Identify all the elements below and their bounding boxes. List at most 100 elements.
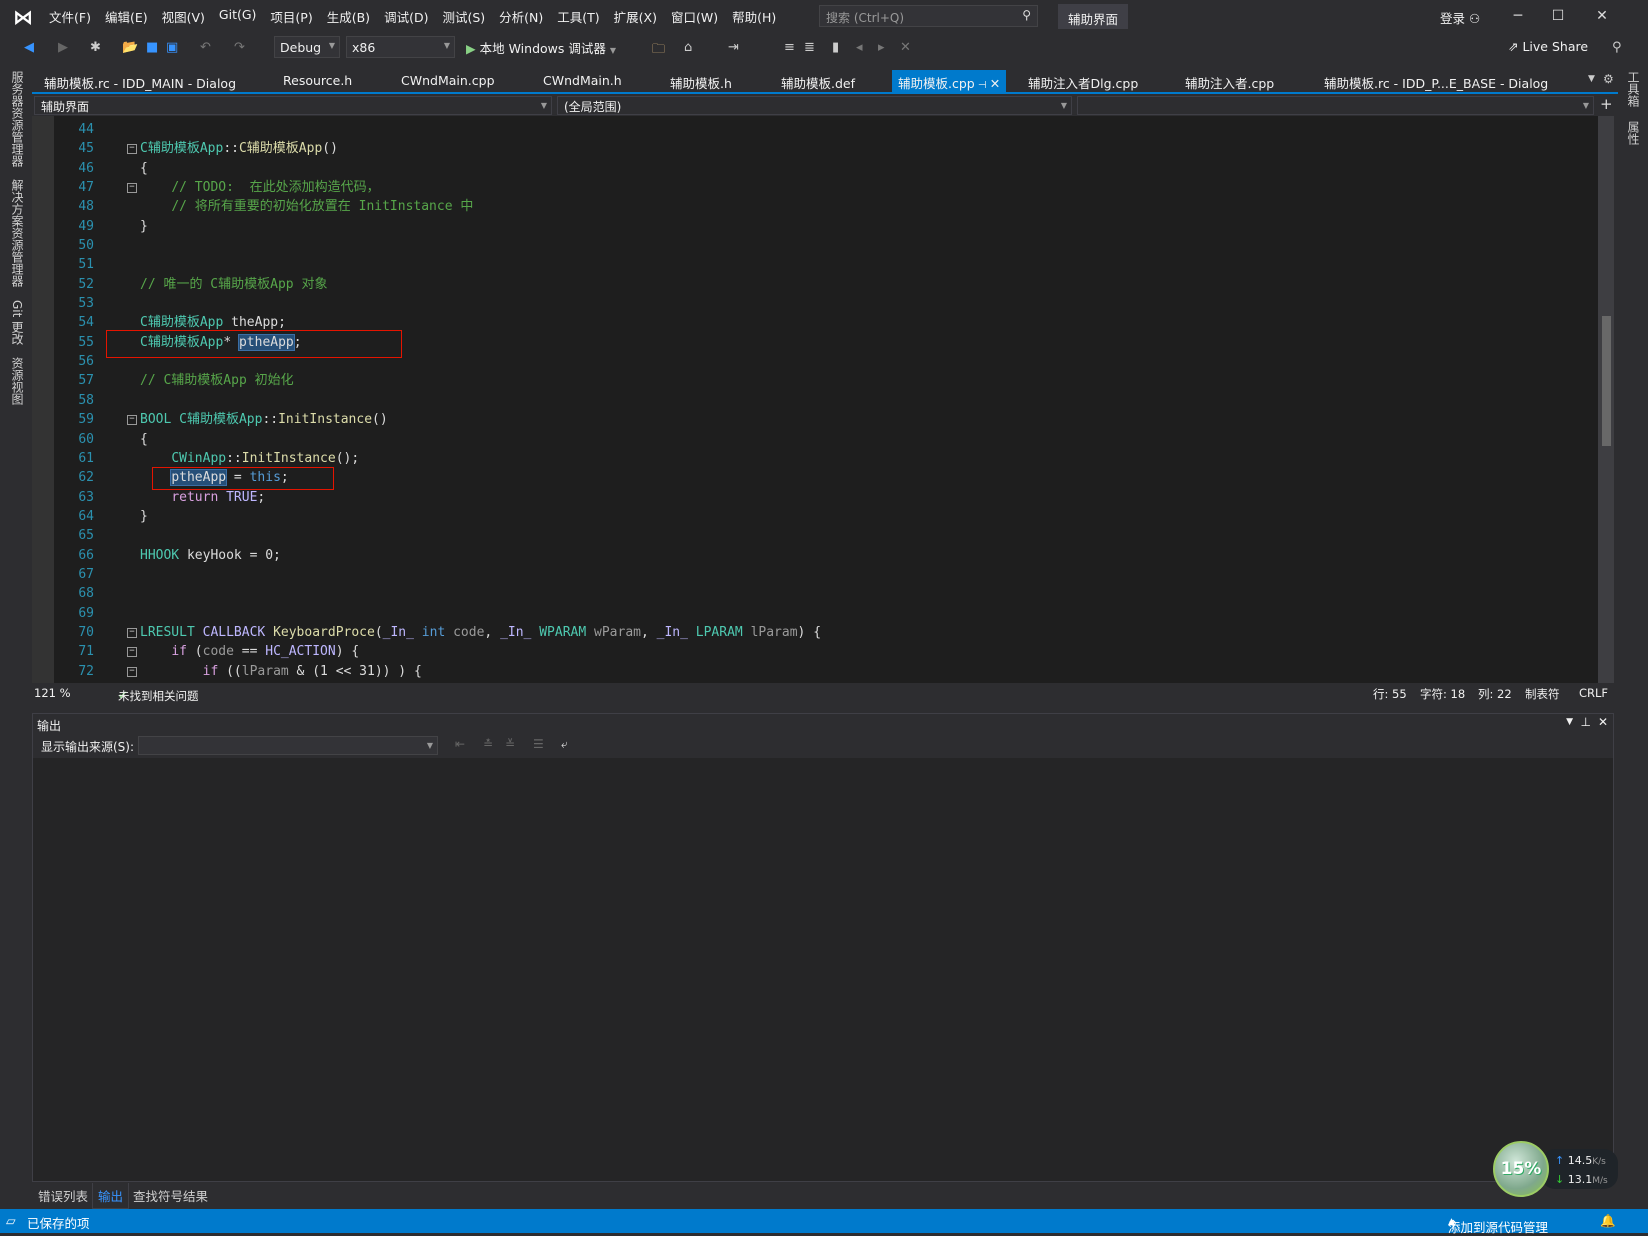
configuration-dropdown[interactable]: Debug ▼ — [274, 36, 340, 58]
output-source-dropdown[interactable]: ▼ — [138, 736, 438, 755]
next-message-icon[interactable]: ≚ — [505, 737, 515, 751]
tab-output[interactable]: 输出 — [92, 1183, 130, 1209]
code-line: 46 { — [32, 159, 1598, 178]
fold-toggle-icon[interactable]: − — [127, 415, 137, 426]
tab-document[interactable]: 辅助模板.h — [664, 70, 738, 92]
notifications-bell-icon[interactable]: 🔔 — [1600, 1213, 1616, 1229]
menu-item[interactable]: 测试(S) — [435, 7, 492, 26]
tab-document[interactable]: Resource.h — [277, 70, 358, 92]
code-line: 66 HHOOK keyHook = 0; — [32, 546, 1598, 565]
project-dropdown[interactable]: 辅助界面 ▼ — [34, 96, 552, 115]
minimize-button[interactable]: ─ — [1498, 4, 1538, 28]
git-changes-tab[interactable]: Git 更改 — [9, 300, 26, 345]
browser-icon[interactable]: ⌂ — [684, 40, 692, 55]
menu-item[interactable]: 生成(B) — [320, 7, 377, 26]
indent-indicator[interactable]: 制表符 — [1525, 686, 1560, 702]
tab-document[interactable]: 辅助模板.rc - IDD_MAIN - Dialog — [38, 70, 242, 92]
scrollbar-thumb[interactable] — [1602, 316, 1611, 446]
close-window-button[interactable]: ✕ — [1582, 4, 1622, 28]
tab-document[interactable]: CWndMain.cpp — [395, 70, 501, 92]
folder-search-icon[interactable]: 🗀 — [652, 40, 665, 62]
menu-item[interactable]: 视图(V) — [155, 7, 212, 26]
server-explorer-tab[interactable]: 服务器资源管理器 — [9, 71, 26, 167]
fold-toggle-icon[interactable]: − — [127, 647, 137, 658]
panel-menu-icon[interactable]: ▼ — [1566, 717, 1573, 727]
tab-document[interactable]: 辅助模板.def — [775, 70, 861, 92]
resource-view-tab[interactable]: 资源视图 — [9, 357, 26, 405]
tab-document[interactable]: 辅助注入者Dlg.cpp — [1022, 70, 1144, 92]
menu-item[interactable]: 调试(D) — [377, 7, 435, 26]
close-icon[interactable]: ✕ — [1598, 715, 1608, 729]
code-editor[interactable]: 44 45− C辅助模板App::C辅助模板App() 46{47− // TODO:… — [32, 116, 1598, 683]
prev-bookmark-icon[interactable]: ◂ — [856, 40, 863, 55]
tab-list-dropdown-icon[interactable]: ▼ — [1588, 74, 1595, 84]
step-icon[interactable]: ⇥ — [728, 40, 739, 55]
line-ending-indicator[interactable]: CRLF — [1579, 686, 1608, 700]
login-button[interactable]: 登录 ⚇ — [1440, 8, 1480, 27]
menu-item[interactable]: 分析(N) — [492, 7, 550, 26]
menu-item[interactable]: Git(G) — [212, 7, 264, 26]
member-dropdown[interactable]: ▼ — [1077, 96, 1594, 115]
editor-vertical-scrollbar[interactable] — [1598, 116, 1614, 683]
split-editor-icon[interactable]: + — [1600, 95, 1613, 113]
pin-icon[interactable]: ⊥ — [1581, 715, 1591, 729]
forward-icon[interactable]: ▶ — [58, 40, 68, 55]
menu-item[interactable]: 帮助(H) — [725, 7, 783, 26]
menu-item[interactable]: 扩展(X) — [607, 7, 664, 26]
search-icon: ⚲ — [1022, 8, 1031, 22]
start-debugging-button[interactable]: ▶ 本地 Windows 调试器 ▼ — [466, 38, 616, 57]
pin-icon[interactable]: ⊣ — [975, 80, 990, 91]
menu-item[interactable]: 编辑(E) — [98, 7, 155, 26]
clear-bookmarks-icon[interactable]: ✕ — [900, 40, 911, 55]
word-wrap-icon[interactable]: ⤶ — [561, 737, 568, 752]
fold-toggle-icon[interactable]: − — [127, 183, 137, 194]
menu-item[interactable]: 工具(T) — [550, 7, 606, 26]
search-input[interactable]: 搜索 (Ctrl+Q) ⚲ — [819, 5, 1038, 27]
save-icon[interactable]: ■ — [146, 40, 158, 55]
uncomment-icon[interactable]: ≣ — [804, 40, 815, 55]
open-file-icon[interactable]: 📂 — [122, 40, 138, 55]
maximize-button[interactable]: ☐ — [1538, 4, 1578, 28]
gear-icon[interactable]: ⚙ — [1603, 72, 1614, 86]
code-token: CALLBACK — [202, 624, 266, 640]
close-tab-icon[interactable]: ✕ — [990, 76, 1000, 91]
network-speed-widget: ↑ 14.5K/s ↓ 13.1M/s 15% — [1487, 1135, 1618, 1203]
scope-dropdown[interactable]: (全局范围) ▼ — [557, 96, 1072, 115]
feedback-icon[interactable]: ⚲ — [1612, 40, 1622, 55]
tab-document[interactable]: 辅助注入者.cpp — [1179, 70, 1280, 92]
goto-icon[interactable]: ⇤ — [455, 737, 465, 751]
upload-unit: K/s — [1592, 1157, 1606, 1167]
toolbox-tab[interactable]: 工具箱 — [1625, 71, 1642, 107]
fold-toggle-icon[interactable]: − — [127, 666, 137, 677]
zoom-dropdown[interactable]: 121 % — [34, 686, 71, 700]
code-line: 65 — [32, 526, 1598, 545]
redo-icon[interactable]: ↷ — [234, 40, 245, 55]
solution-explorer-tab[interactable]: 解决方案资源管理器 — [9, 179, 26, 287]
fold-toggle-icon[interactable]: − — [127, 627, 137, 638]
fold-toggle-icon[interactable]: − — [127, 144, 137, 155]
properties-tab[interactable]: 属性 — [1625, 121, 1642, 145]
menu-item[interactable]: 项目(P) — [263, 7, 319, 26]
comment-icon[interactable]: ≡ — [784, 40, 795, 55]
line-number: 72 — [78, 663, 94, 679]
undo-icon[interactable]: ↶ — [200, 40, 211, 55]
menu-item[interactable]: 窗口(W) — [664, 7, 725, 26]
code-text: } — [140, 507, 148, 526]
bookmark-icon[interactable]: ▮ — [832, 40, 839, 55]
tab-find-symbol-results[interactable]: 查找符号结果 — [128, 1183, 213, 1208]
tab-document[interactable]: CWndMain.h — [537, 70, 628, 92]
code-line: 53 — [32, 294, 1598, 313]
tab-error-list[interactable]: 错误列表 — [33, 1183, 93, 1208]
next-bookmark-icon[interactable]: ▸ — [878, 40, 885, 55]
cpu-usage-ball[interactable]: 15% — [1493, 1141, 1549, 1197]
tab-document[interactable]: 辅助模板.cpp ⊣ ✕ — [892, 70, 1007, 92]
save-all-icon[interactable]: ▣ — [166, 40, 178, 55]
live-share-button[interactable]: ⇗ Live Share — [1508, 39, 1588, 54]
back-icon[interactable]: ◀ — [24, 40, 34, 55]
menu-item[interactable]: 文件(F) — [42, 7, 98, 26]
new-project-icon[interactable]: ✱ — [90, 40, 101, 55]
prev-message-icon[interactable]: ≛ — [483, 737, 493, 751]
tab-document[interactable]: 辅助模板.rc - IDD_P...E_BASE - Dialog — [1318, 70, 1554, 92]
platform-dropdown[interactable]: x86 ▼ — [346, 36, 455, 58]
clear-all-icon[interactable]: ☰ — [533, 737, 544, 751]
